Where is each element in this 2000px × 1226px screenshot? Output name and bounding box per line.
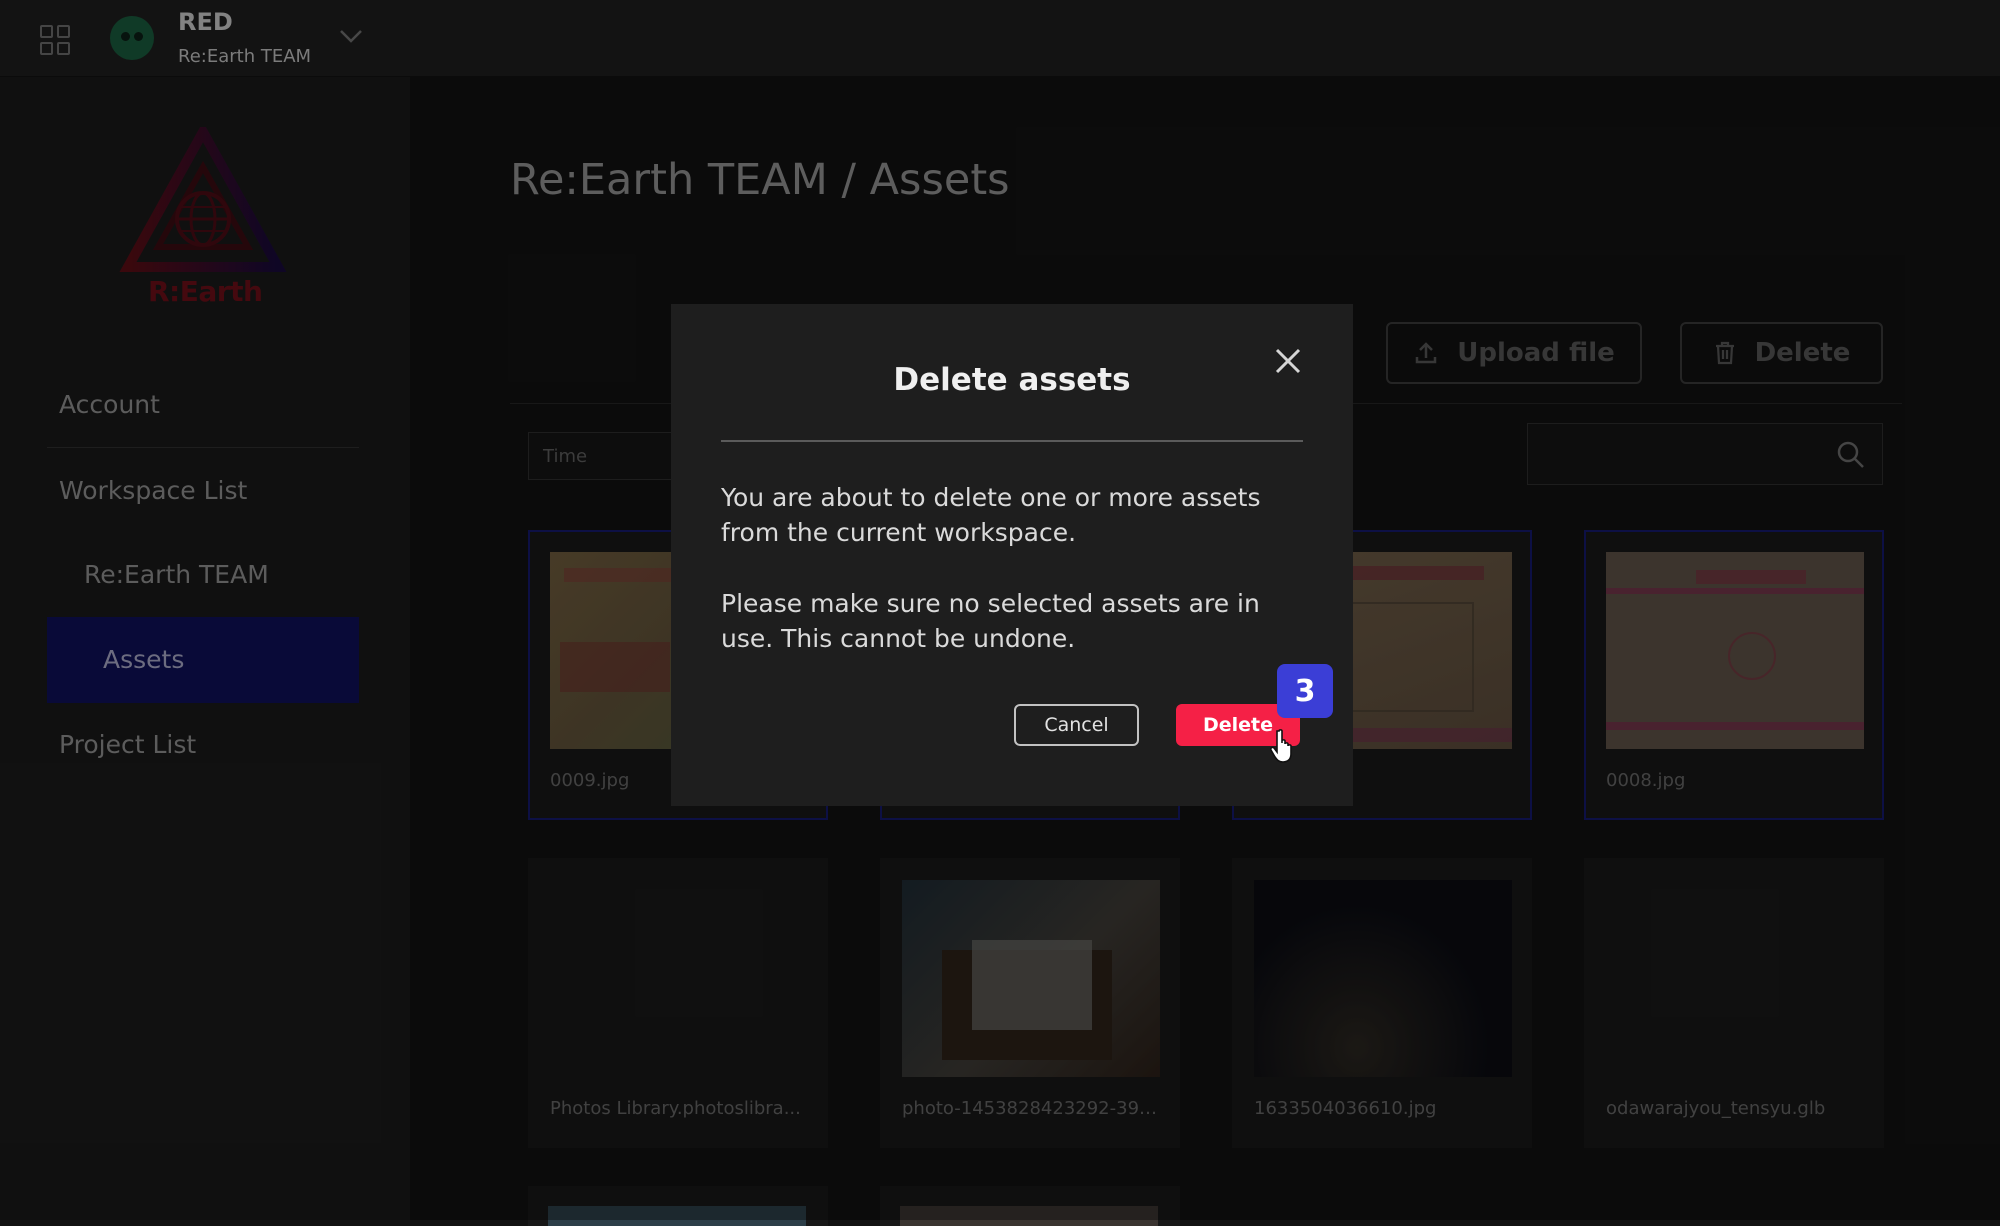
cancel-button[interactable]: Cancel xyxy=(1014,704,1139,746)
close-icon[interactable] xyxy=(1271,344,1305,378)
modal-divider xyxy=(721,440,1303,442)
modal-confirm-text: Please make sure no selected assets are … xyxy=(721,589,1260,653)
modal-title: Delete assets xyxy=(893,362,1131,398)
delete-assets-modal: Delete assets You are about to delete on… xyxy=(671,304,1353,806)
modal-warning-text: You are about to delete one or more asse… xyxy=(721,483,1261,547)
hand-cursor-icon xyxy=(1269,729,1292,763)
step-number-badge: 3 xyxy=(1277,664,1333,718)
modal-body: You are about to delete one or more asse… xyxy=(721,480,1311,656)
